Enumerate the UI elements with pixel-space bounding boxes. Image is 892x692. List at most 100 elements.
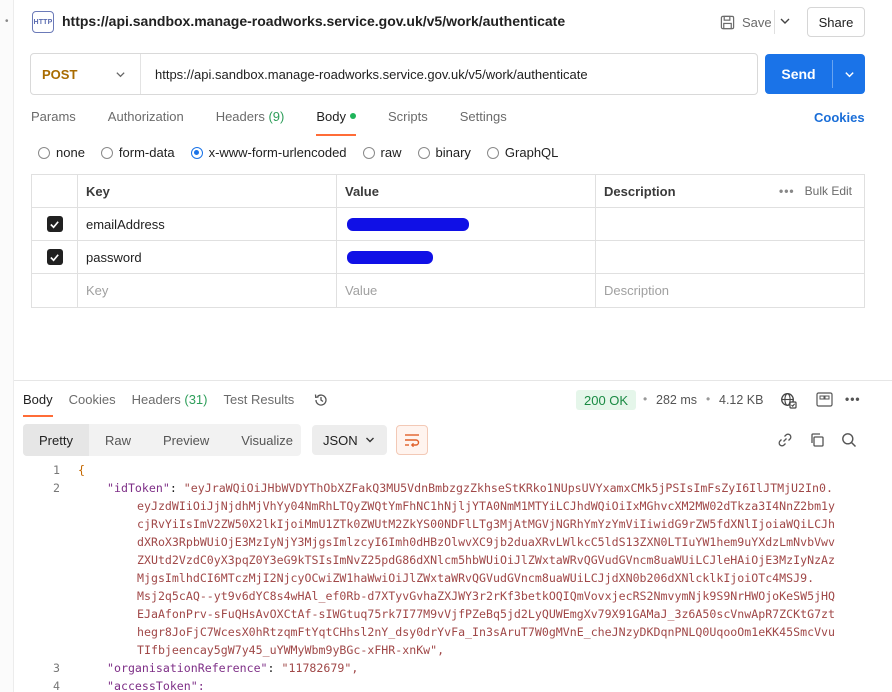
format-visualize[interactable]: Visualize [225,424,309,456]
row-enabled-checkbox[interactable] [46,216,63,232]
row-description-input[interactable] [596,241,864,273]
check-icon [50,220,59,228]
row-value-input[interactable] [337,241,596,273]
response-tab-body[interactable]: Body [23,392,53,417]
share-button[interactable]: Share [807,7,865,37]
json-string-continuation: cjRvYiIsImV2ZW50X2lkIjoiMmU1ZTk0ZWUtM2Zk… [137,517,836,531]
radio-button[interactable] [362,146,375,159]
radio-button[interactable] [486,146,499,159]
format-raw[interactable]: Raw [89,424,147,456]
response-tab-test-results[interactable]: Test Results [224,392,295,414]
row-key-input[interactable]: password [78,241,337,273]
save-label: Save [742,14,772,30]
new-value-input[interactable]: Value [337,274,596,307]
json-string-continuation: eyJzdWIiOiJjNjdhMjVhYy04NmRhLTQyZWQtYmFh… [137,499,836,513]
line-number: 2 [53,481,60,495]
code-line: "organisationReference": "11782679", [107,661,359,675]
body-type-radios: none form-data x-www-form-urlencoded raw… [38,145,574,160]
json-string-continuation: MjgsImlhdCI6MTczMjI2NjcyOCwiZW1haWwiOiJl… [137,571,815,585]
table-row: password [32,241,864,274]
radio-button[interactable] [38,146,50,159]
row-description-input[interactable] [596,208,864,240]
tab-body[interactable]: Body [316,108,356,136]
radio-button-selected[interactable] [190,146,203,159]
json-string-continuation: hegr8JoFjC7WcesX0hRtzqmFtYqtCHhsl2nY_dsy… [137,625,836,639]
chevron-down-icon [844,71,854,77]
code-line: "idToken": "eyJraWQiOiJHbWVDYThObXZFakQ3… [107,481,833,495]
response-tab-cookies[interactable]: Cookies [69,392,116,414]
json-string-continuation: TIfbjeencay5gW7y45_uYWMyWbm9yBGc-xFHR-xn… [137,643,445,657]
row-checkbox-cell [32,208,78,240]
json-string-continuation: dXRoX3RpbWUiOjE3MzIyNjY3MjgsImlzcyI6Imh0… [137,535,836,549]
http-request-icon: HTTP [32,11,54,33]
new-key-input[interactable]: Key [78,274,337,307]
search-icon[interactable] [841,432,857,448]
redacted-value-mark [347,251,433,264]
language-select[interactable]: JSON [312,425,387,455]
row-key-input[interactable]: emailAddress [78,208,337,240]
bulk-edit-button[interactable]: ••• Bulk Edit [779,184,852,198]
url-bar: POST https://api.sandbox.manage-roadwork… [30,53,758,95]
send-label[interactable]: Send [765,54,832,94]
copy-icon[interactable] [809,432,825,448]
json-string: "eyJraWQiOiJHbWVDYThObXZFakQ3MU5VdnBmbzg… [183,481,833,495]
line-number: 1 [53,463,60,477]
row-enabled-checkbox[interactable] [46,249,63,265]
table-header-row: Key Value Description ••• Bulk Edit [32,175,864,208]
history-icon[interactable] [313,392,329,408]
row-value-input[interactable] [337,208,596,240]
radio-raw[interactable]: raw [362,145,402,160]
params-table: Key Value Description ••• Bulk Edit email… [31,174,865,308]
table-row-new: Key Value Description [32,274,864,307]
tab-settings[interactable]: Settings [460,108,507,132]
radio-none[interactable]: none [38,145,85,160]
chevron-down-icon [366,437,374,443]
json-string-continuation: EJaAfonPrv-sFuQHsAvOXCtAf-sIWGtuq75rk7I7… [137,607,836,621]
tab-scripts[interactable]: Scripts [388,108,428,132]
request-title[interactable]: https://api.sandbox.manage-roadworks.ser… [62,13,565,29]
meta-separator-dot: • [643,392,648,406]
response-body-code[interactable]: 1 { 2 "idToken": "eyJraWQiOiJHbWVDYThObX… [14,460,892,692]
format-toggle: Pretty Raw Preview Visualize [23,424,301,456]
url-input[interactable]: https://api.sandbox.manage-roadworks.ser… [141,54,588,94]
save-response-icon[interactable] [816,392,833,407]
tab-headers[interactable]: Headers (9) [216,108,285,132]
column-header-description: Description ••• Bulk Edit [604,183,852,199]
new-description-input[interactable]: Description [596,274,864,307]
request-header: HTTP https://api.sandbox.manage-roadwork… [14,0,892,44]
save-options-chevron-icon[interactable] [778,14,792,28]
format-preview[interactable]: Preview [147,424,225,456]
more-options-icon[interactable]: ••• [845,392,861,406]
response-time[interactable]: 282 ms [656,393,697,407]
save-button[interactable]: Save [714,8,778,36]
json-key-organisation-reference: "organisationReference" [107,661,268,675]
link-icon[interactable] [777,432,793,448]
response-tabs: Body Cookies Headers (31) Test Results [23,392,310,417]
radio-binary[interactable]: binary [417,145,471,160]
tab-authorization[interactable]: Authorization [108,108,184,132]
send-options-button[interactable] [833,54,865,94]
radio-button[interactable] [417,146,430,159]
tab-params[interactable]: Params [31,108,76,132]
method-select[interactable]: POST [31,54,141,94]
cookies-link[interactable]: Cookies [814,110,865,125]
wrap-lines-button[interactable] [396,425,428,455]
network-globe-icon[interactable] [780,392,797,409]
json-string-continuation: Msj2q5cAQ--yt9v6dYC8s4wHAl_ef0Rb-d7XTyvG… [137,589,836,603]
radio-form-data[interactable]: form-data [100,145,175,160]
left-rail: • [0,0,14,692]
response-separator[interactable] [14,380,892,381]
response-size[interactable]: 4.12 KB [719,393,763,407]
response-tab-headers[interactable]: Headers (31) [132,392,208,414]
radio-button[interactable] [100,146,113,159]
radio-x-www-form-urlencoded[interactable]: x-www-form-urlencoded [190,145,347,160]
response-headers-count: (31) [184,392,208,407]
more-options-icon[interactable]: ••• [779,184,795,198]
send-button[interactable]: Send [765,54,865,94]
radio-graphql[interactable]: GraphQL [486,145,558,160]
headers-count: (9) [268,109,285,124]
status-badge[interactable]: 200 OK [576,390,637,410]
save-divider [774,10,775,34]
format-pretty[interactable]: Pretty [23,424,89,456]
column-header-key: Key [78,175,337,207]
